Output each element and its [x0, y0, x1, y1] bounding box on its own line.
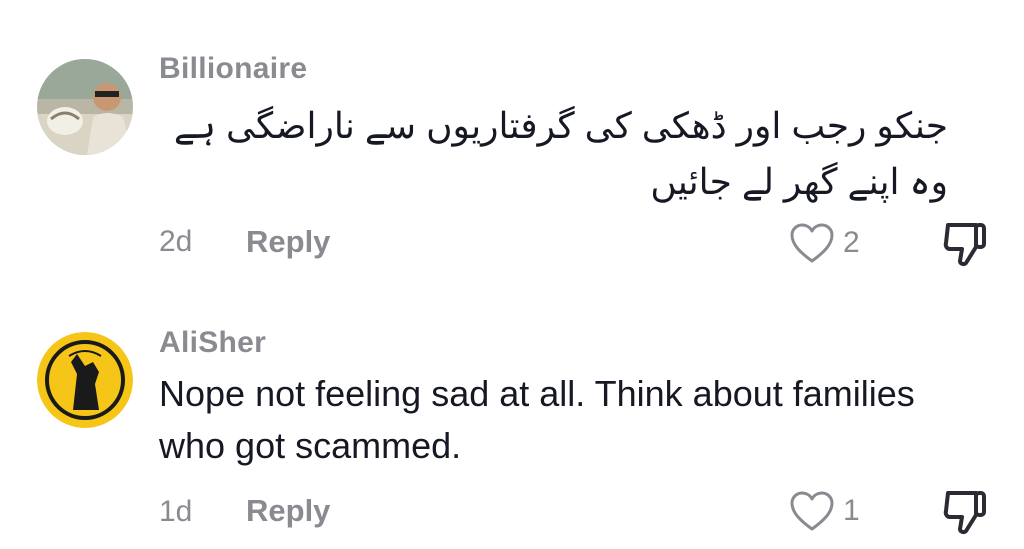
avatar[interactable] [37, 59, 133, 155]
reply-button[interactable]: Reply [246, 493, 330, 529]
dislike-button[interactable] [940, 487, 990, 542]
username[interactable]: Billionaire [159, 52, 307, 86]
comment-text: Nope not feeling sad at all. Think about… [159, 373, 925, 466]
heart-icon [790, 223, 834, 263]
like-count: 1 [843, 494, 860, 527]
like-button[interactable]: 2 [789, 222, 860, 264]
comment-age: 2d [159, 225, 193, 258]
like-button[interactable]: 1 [789, 490, 860, 532]
comment-age: 1d [159, 495, 193, 528]
thumbs-down-icon [943, 491, 986, 535]
heart-icon [790, 491, 834, 531]
comment-text: جنکو رجب اور ڈھکی کی گرفتاریوں سے ناراضگ… [163, 105, 948, 202]
username[interactable]: AliSher [159, 326, 266, 360]
avatar[interactable] [37, 332, 133, 428]
profile-photo-icon [37, 59, 133, 155]
like-count: 2 [843, 226, 860, 259]
comment-item: Billionaire جنکو رجب اور ڈھکی کی گرفتاری… [0, 0, 1024, 280]
dog-silhouette-logo-icon [37, 332, 133, 428]
reply-button[interactable]: Reply [246, 224, 330, 260]
thumbs-down-icon [943, 223, 986, 267]
comment-item: AliSher Nope not feeling sad at all. Thi… [0, 280, 1024, 549]
dislike-button[interactable] [940, 219, 990, 274]
